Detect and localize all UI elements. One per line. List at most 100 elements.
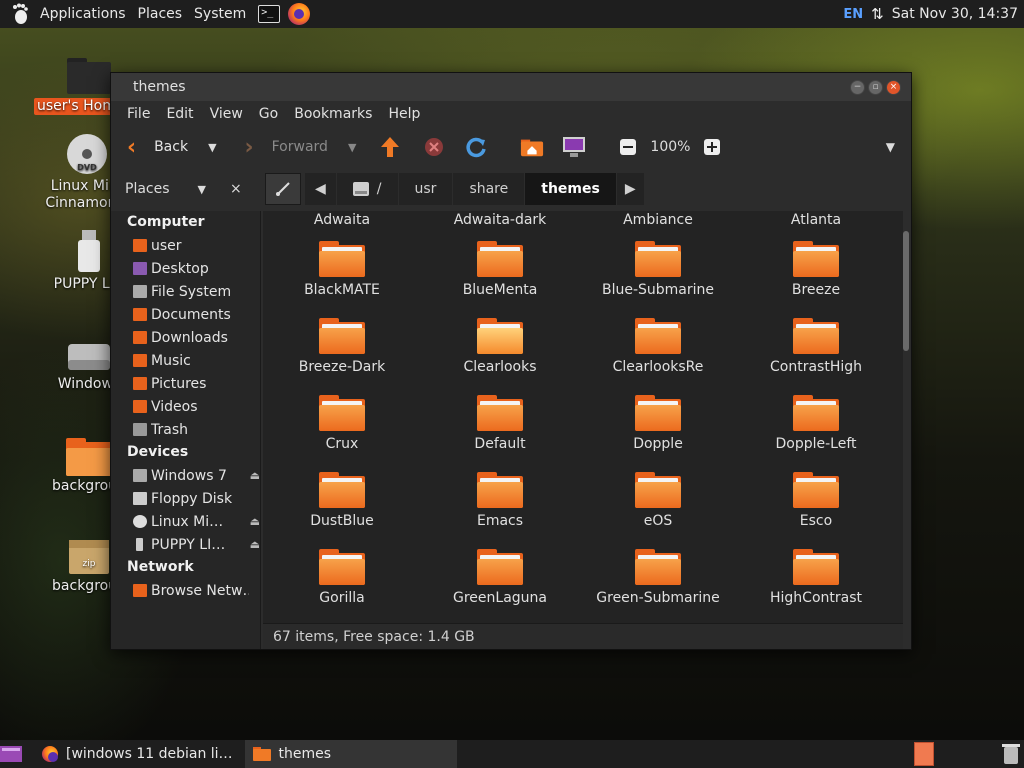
breadcrumb-share[interactable]: share: [453, 173, 526, 205]
breadcrumb-themes[interactable]: themes: [525, 173, 617, 205]
menu-go[interactable]: Go: [251, 101, 286, 127]
folder-name: ClearlooksRe: [612, 359, 704, 375]
folder-item[interactable]: BlackMATE: [263, 241, 421, 299]
folder-item[interactable]: DustBlue: [263, 472, 421, 530]
menu-file[interactable]: File: [119, 101, 158, 127]
folder-item[interactable]: Crux: [263, 395, 421, 453]
folder-item[interactable]: Clearlooks: [421, 318, 579, 376]
dvd-icon: DVD: [67, 134, 107, 174]
minimize-button[interactable]: −: [850, 79, 865, 95]
firefox-launcher-icon[interactable]: [288, 3, 311, 25]
folder-item[interactable]: Ambiance: [579, 211, 737, 229]
location-toggle-button[interactable]: [265, 173, 301, 205]
keyboard-layout-indicator[interactable]: EN: [843, 7, 863, 22]
folder-item[interactable]: Dopple: [579, 395, 737, 453]
zoom-in-icon[interactable]: [700, 135, 724, 159]
maximize-button[interactable]: ▫: [868, 79, 883, 95]
window-titlebar[interactable]: themes − ▫ ×: [111, 73, 911, 101]
breadcrumb-forward-icon[interactable]: ▶: [616, 173, 645, 205]
folder-item[interactable]: eOS: [579, 472, 737, 530]
workspace-switcher[interactable]: [914, 742, 934, 766]
zoom-out-icon[interactable]: [616, 135, 640, 159]
taskbar-item-firefox[interactable]: [windows 11 debian li…: [34, 740, 241, 768]
desktop-icon: [133, 262, 147, 275]
eject-icon[interactable]: ⏏: [250, 515, 260, 528]
gnome-foot-icon[interactable]: [8, 3, 30, 25]
computer-icon[interactable]: [562, 135, 586, 159]
sidebar-item-puppy[interactable]: PUPPY LI… ⏏: [111, 533, 260, 556]
folder-item[interactable]: Esco: [737, 472, 895, 530]
grid-row: Crux Default Dopple Dopple-Left: [263, 395, 903, 453]
sidebar-item-downloads[interactable]: Downloads: [111, 326, 260, 349]
sidebar-item-trash[interactable]: Trash: [111, 418, 260, 441]
folder-name: Blue-Submarine: [601, 282, 715, 298]
sidebar-item-music[interactable]: Music: [111, 349, 260, 372]
folder-name: Adwaita-dark: [453, 212, 547, 228]
sidebar-item-documents[interactable]: Documents: [111, 303, 260, 326]
stop-icon[interactable]: [422, 135, 446, 159]
folder-item[interactable]: ClearlooksRe: [579, 318, 737, 376]
reload-icon[interactable]: [464, 135, 488, 159]
terminal-launcher-icon[interactable]: >_: [258, 5, 281, 23]
trash-icon[interactable]: [1002, 743, 1020, 765]
forward-history-caret-icon[interactable]: ▼: [348, 141, 356, 154]
folder-item[interactable]: Dopple-Left: [737, 395, 895, 453]
menu-edit[interactable]: Edit: [158, 101, 201, 127]
forward-button[interactable]: › Forward ▼: [245, 131, 357, 163]
svg-text:DVD: DVD: [77, 163, 97, 172]
sidebar-item-windows-7[interactable]: Windows 7 ⏏: [111, 464, 260, 487]
sidebar-item-desktop[interactable]: Desktop: [111, 257, 260, 280]
clock[interactable]: Sat Nov 30, 14:37: [892, 6, 1018, 22]
menu-help[interactable]: Help: [380, 101, 428, 127]
folder-item[interactable]: Default: [421, 395, 579, 453]
folder-item[interactable]: Breeze-Dark: [263, 318, 421, 376]
folder-item[interactable]: GreenLaguna: [421, 549, 579, 607]
folder-item[interactable]: Gorilla: [263, 549, 421, 607]
breadcrumb-usr[interactable]: usr: [398, 173, 454, 205]
eject-icon[interactable]: ⏏: [250, 469, 260, 482]
back-button[interactable]: ‹ Back ▼: [127, 131, 217, 163]
breadcrumb-root[interactable]: /: [336, 173, 399, 205]
folder-item[interactable]: Adwaita-dark: [421, 211, 579, 229]
sidebar-item-label: Videos: [151, 398, 198, 415]
sidebar-item-user[interactable]: user: [111, 234, 260, 257]
folder-item[interactable]: Breeze: [737, 241, 895, 299]
up-arrow-icon[interactable]: [378, 135, 402, 159]
sidebar-item-pictures[interactable]: Pictures: [111, 372, 260, 395]
network-updown-icon[interactable]: ⇅: [871, 5, 884, 23]
home-folder-icon[interactable]: [520, 135, 544, 159]
applications-menu[interactable]: Applications: [34, 0, 132, 28]
forward-arrow-icon: ›: [244, 134, 254, 160]
forward-label: Forward: [271, 139, 328, 155]
places-menu[interactable]: Places: [132, 0, 189, 28]
folder-item[interactable]: Atlanta: [737, 211, 895, 229]
show-desktop-icon[interactable]: [0, 744, 24, 764]
vertical-scrollbar[interactable]: [903, 231, 909, 351]
menu-bookmarks[interactable]: Bookmarks: [286, 101, 380, 127]
sidebar-item-floppy[interactable]: Floppy Disk: [111, 487, 260, 510]
folder-icon: [635, 395, 681, 431]
folder-item[interactable]: Adwaita: [263, 211, 421, 229]
sidebar-close-icon[interactable]: ×: [230, 181, 242, 197]
folder-item[interactable]: Emacs: [421, 472, 579, 530]
drive-icon: [133, 469, 147, 482]
eject-icon[interactable]: ⏏: [250, 538, 260, 551]
sidebar-item-linux-mint[interactable]: Linux Mi… ⏏: [111, 510, 260, 533]
sidebar-item-videos[interactable]: Videos: [111, 395, 260, 418]
sidebar-title[interactable]: Places: [125, 181, 170, 197]
back-history-caret-icon[interactable]: ▼: [208, 141, 216, 154]
menu-view[interactable]: View: [202, 101, 251, 127]
folder-item[interactable]: Green-Submarine: [579, 549, 737, 607]
sidebar-dropdown-caret-icon[interactable]: ▼: [198, 183, 206, 196]
system-menu[interactable]: System: [188, 0, 252, 28]
sidebar-item-file-system[interactable]: File System: [111, 280, 260, 303]
folder-item[interactable]: HighContrast: [737, 549, 895, 607]
close-button[interactable]: ×: [886, 79, 901, 95]
taskbar-item-themes[interactable]: themes: [244, 740, 457, 768]
folder-item[interactable]: Blue-Submarine: [579, 241, 737, 299]
sidebar-item-browse-network[interactable]: Browse Netw…: [111, 579, 260, 602]
toolbar-overflow-caret-icon[interactable]: ▼: [886, 140, 895, 154]
breadcrumb-back-icon[interactable]: ◀: [305, 173, 337, 205]
folder-item[interactable]: ContrastHigh: [737, 318, 895, 376]
folder-item[interactable]: BlueMenta: [421, 241, 579, 299]
